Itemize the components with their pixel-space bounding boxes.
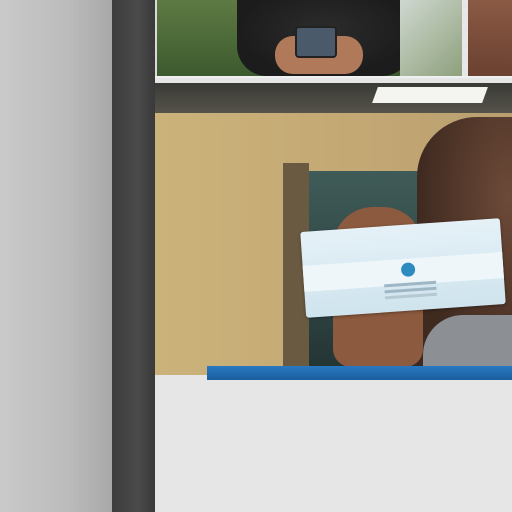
phone-icon	[295, 26, 337, 58]
photo-foliage	[400, 0, 462, 76]
card-body	[155, 380, 512, 512]
photo-light-patch	[372, 87, 488, 103]
photo-envelope	[300, 218, 506, 318]
vertical-divider	[112, 0, 155, 512]
photo-adjacent-tile[interactable]	[468, 0, 512, 76]
main-photo[interactable]	[155, 83, 512, 375]
top-photo-strip[interactable]	[155, 0, 512, 78]
content-area	[155, 0, 512, 512]
accent-bar	[207, 366, 512, 380]
photo-strip-edge	[155, 76, 512, 78]
left-panel	[0, 0, 112, 512]
